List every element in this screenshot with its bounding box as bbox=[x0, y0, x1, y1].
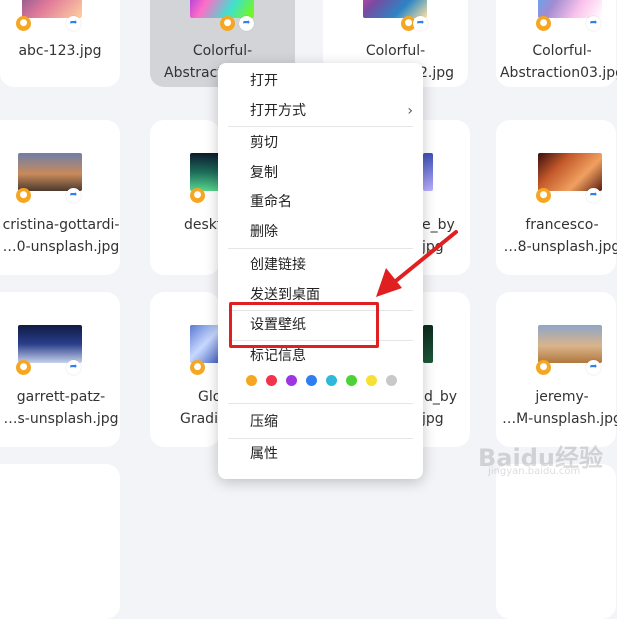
annotation-arrow-icon bbox=[376, 230, 458, 297]
baidu-watermark-url: jingyan.baidu.com bbox=[488, 466, 581, 477]
